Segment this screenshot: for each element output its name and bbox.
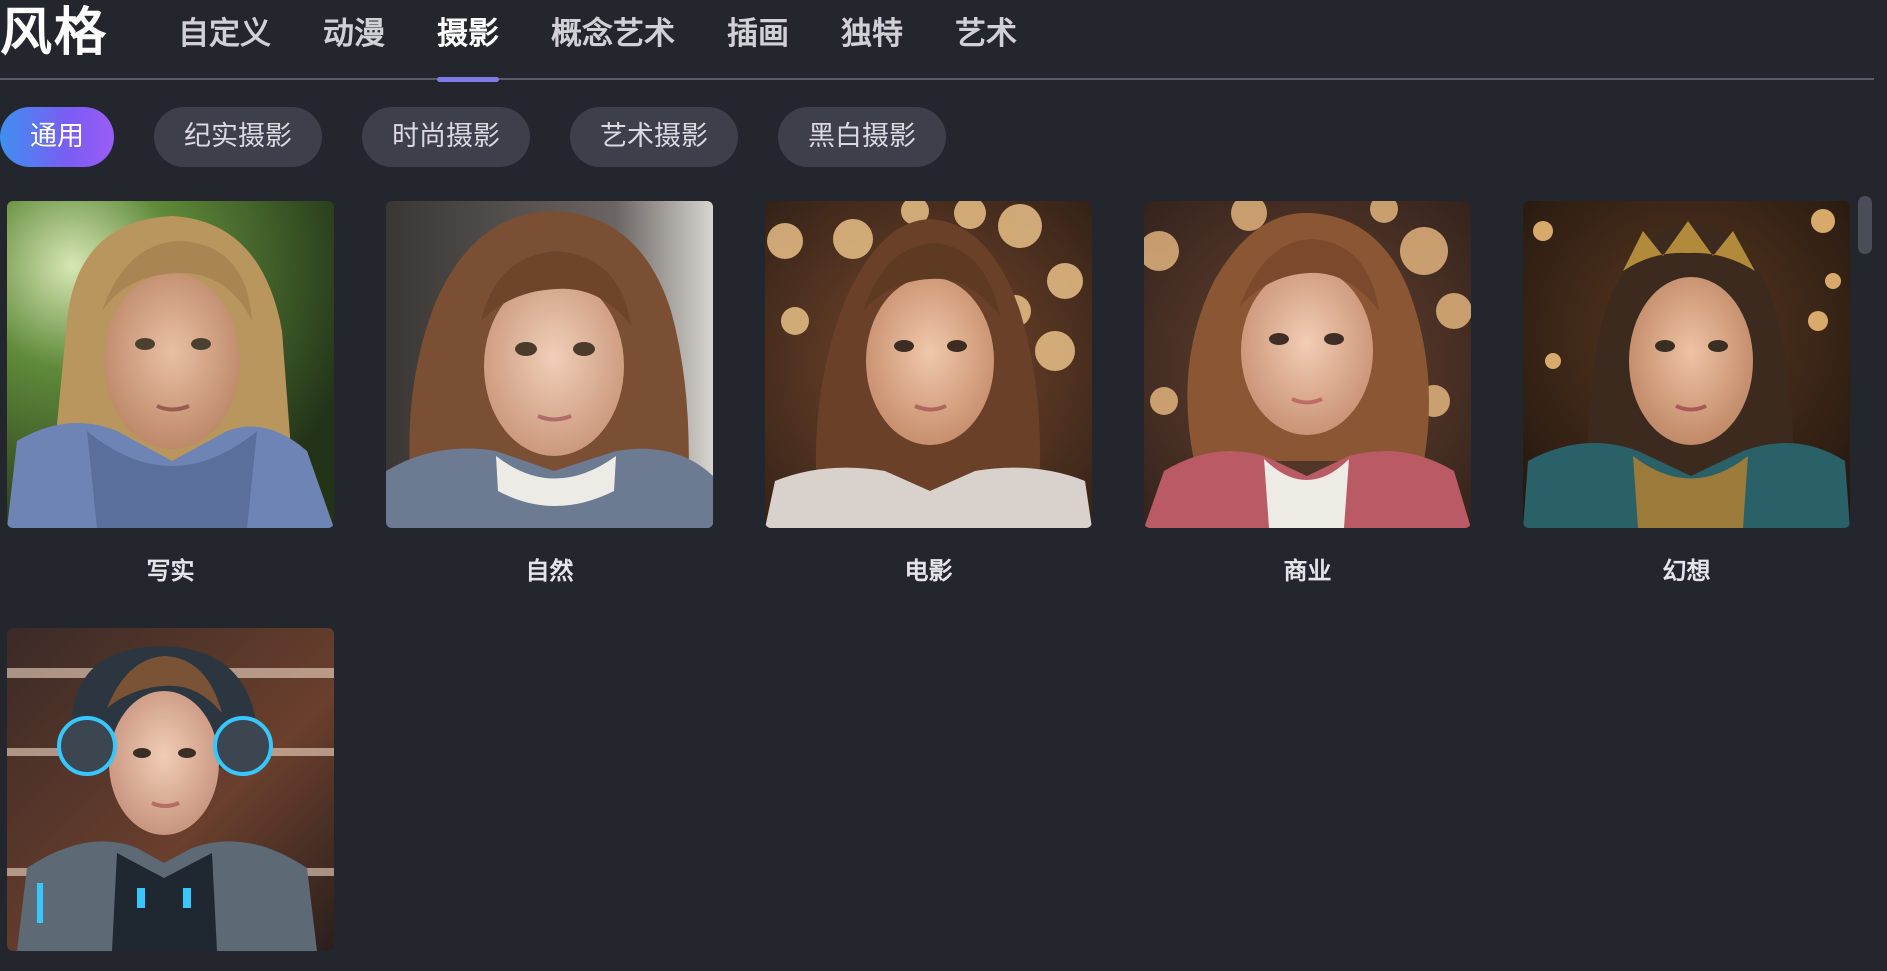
chip-black-white-photography[interactable]: 黑白摄影: [778, 107, 946, 167]
tab-unique[interactable]: 独特: [841, 12, 903, 56]
style-header: 风格 自定义 动漫 摄影 概念艺术 插画 独特 艺术: [0, 0, 1874, 82]
tab-art[interactable]: 艺术: [955, 12, 1017, 56]
style-picker-panel: 风格 自定义 动漫 摄影 概念艺术 插画 独特 艺术 通用 纪实摄影 时尚摄影 …: [0, 0, 1887, 971]
style-card-natural[interactable]: 自然: [386, 201, 713, 586]
portrait-image: [1144, 201, 1471, 528]
style-label: 商业: [1283, 557, 1332, 585]
style-thumbnail-realistic: [7, 201, 334, 528]
panel-title: 风格: [0, 3, 109, 63]
style-card-realistic[interactable]: 写实: [7, 201, 334, 586]
style-thumbnail-commercial: [1144, 201, 1471, 528]
tab-anime[interactable]: 动漫: [323, 12, 385, 56]
tab-photography[interactable]: 摄影: [437, 12, 499, 82]
tab-illustration[interactable]: 插画: [727, 12, 789, 56]
chip-general[interactable]: 通用: [0, 107, 114, 167]
style-label: 写实: [146, 557, 195, 585]
style-card-cinematic[interactable]: 电影: [765, 201, 1092, 586]
portrait-image: [1523, 201, 1850, 528]
tab-concept-art[interactable]: 概念艺术: [551, 12, 675, 56]
chip-fashion-photography[interactable]: 时尚摄影: [362, 107, 530, 167]
chip-documentary-photography[interactable]: 纪实摄影: [154, 107, 322, 167]
style-thumbnail-natural: [386, 201, 713, 528]
vertical-scrollbar[interactable]: [1858, 196, 1872, 254]
style-card-commercial[interactable]: 商业: [1144, 201, 1471, 586]
tab-custom[interactable]: 自定义: [178, 12, 271, 56]
style-card-sci-fi[interactable]: [7, 628, 334, 951]
portrait-image: [7, 628, 334, 951]
chip-art-photography[interactable]: 艺术摄影: [570, 107, 738, 167]
style-label: 自然: [525, 557, 574, 585]
style-label: 幻想: [1662, 557, 1711, 585]
portrait-image: [386, 201, 713, 528]
style-label: 电影: [904, 557, 953, 585]
style-thumbnail-sci-fi: [7, 628, 334, 951]
style-thumbnail-fantasy: [1523, 201, 1850, 528]
portrait-image: [765, 201, 1092, 528]
subcategory-chips: 通用 纪实摄影 时尚摄影 艺术摄影 黑白摄影: [0, 107, 986, 167]
style-card-fantasy[interactable]: 幻想: [1523, 201, 1850, 586]
style-category-tabs: 自定义 动漫 摄影 概念艺术 插画 独特 艺术: [178, 12, 1069, 82]
style-thumbnail-cinematic: [765, 201, 1092, 528]
portrait-image: [7, 201, 334, 528]
